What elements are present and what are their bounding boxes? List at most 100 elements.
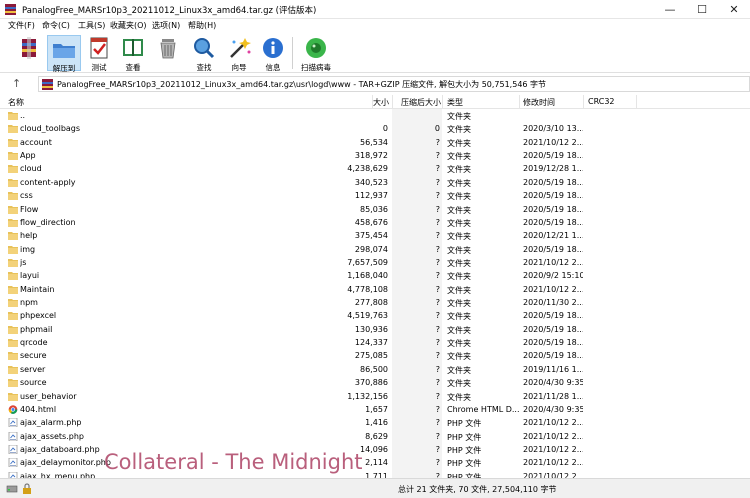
column-divider[interactable] bbox=[442, 95, 443, 108]
add-button[interactable] bbox=[12, 35, 46, 71]
wizard-button[interactable]: 向导 bbox=[222, 35, 256, 72]
folder-icon bbox=[8, 245, 18, 254]
virus-scan-button[interactable]: 扫描病毒 bbox=[298, 35, 334, 72]
column-divider[interactable] bbox=[392, 95, 393, 108]
table-row[interactable]: cloud_toolbags 0 0 文件夹 2020/3/10 13... bbox=[0, 122, 750, 135]
file-packed-size: ? bbox=[435, 151, 440, 161]
file-size: 7,657,509 bbox=[347, 257, 388, 267]
file-modified: 2020/5/19 18... bbox=[523, 338, 583, 348]
table-row[interactable]: layui 1,168,040? 文件夹 2020/9/2 15:10 bbox=[0, 269, 750, 282]
status-summary: 总计 21 文件夹, 70 文件, 27,504,110 字节 bbox=[398, 485, 557, 494]
close-button[interactable]: ✕ bbox=[718, 0, 750, 19]
folder-icon bbox=[8, 205, 18, 214]
path-text: PanalogFree_MARSr10p3_20211012_Linux3x_a… bbox=[57, 80, 547, 89]
find-icon bbox=[194, 38, 215, 59]
file-packed-size: ? bbox=[435, 364, 440, 374]
drive-icon[interactable] bbox=[6, 483, 18, 494]
extract-to-button[interactable]: 解压到 bbox=[47, 35, 81, 73]
table-row[interactable]: content-apply 340,523? 文件夹 2020/5/19 18... bbox=[0, 176, 750, 189]
file-packed-size: ? bbox=[435, 284, 440, 294]
path-field[interactable]: PanalogFree_MARSr10p3_20211012_Linux3x_a… bbox=[38, 76, 750, 92]
table-row[interactable]: js 7,657,509? 文件夹 2021/10/12 2... bbox=[0, 256, 750, 269]
file-modified: 2020/5/19 18... bbox=[523, 244, 583, 254]
delete-button[interactable] bbox=[151, 35, 185, 71]
table-row[interactable]: img 298,074? 文件夹 2020/5/19 18... bbox=[0, 243, 750, 256]
file-packed-size: ? bbox=[435, 391, 440, 401]
table-row[interactable]: help 375,454? 文件夹 2020/12/21 1... bbox=[0, 229, 750, 242]
column-divider[interactable] bbox=[519, 95, 520, 108]
file-packed-size: ? bbox=[435, 431, 440, 441]
minimize-button[interactable]: — bbox=[654, 0, 686, 19]
file-modified: 2020/3/10 13... bbox=[523, 124, 583, 134]
file-packed-size: ? bbox=[435, 164, 440, 174]
menu-commands[interactable]: 命令(C) bbox=[42, 20, 70, 31]
file-modified: 2019/12/28 1... bbox=[523, 164, 583, 174]
folder-icon bbox=[8, 258, 18, 267]
table-row[interactable]: flow_direction 458,676? 文件夹 2020/5/19 18... bbox=[0, 216, 750, 229]
table-row[interactable]: Maintain 4,778,108? 文件夹 2021/10/12 2... bbox=[0, 283, 750, 296]
folder-icon bbox=[8, 125, 18, 134]
file-type: 文件夹 bbox=[447, 325, 471, 335]
file-list[interactable]: .. 文件夹 cloud_toolbags 0 0 文件夹 2020/3/10 13... a… bbox=[0, 109, 750, 478]
maximize-button[interactable]: ☐ bbox=[686, 0, 718, 19]
table-row[interactable]: ajax_alarm.php 1,416? PHP 文件 2021/10/12 2..… bbox=[0, 416, 750, 429]
lock-icon[interactable] bbox=[21, 483, 33, 494]
table-row[interactable]: 404.html 1,657? Chrome HTML D... 2020/4/30 … bbox=[0, 403, 750, 416]
file-size: 112,937 bbox=[354, 191, 388, 201]
table-row[interactable]: npm 277,808? 文件夹 2020/11/30 2... bbox=[0, 296, 750, 309]
table-row[interactable]: ajax_assets.php 8,629? PHP 文件 2021/10/12 2.… bbox=[0, 430, 750, 443]
view-button[interactable]: 查看 bbox=[116, 35, 150, 72]
column-size[interactable]: 大小 bbox=[373, 97, 389, 108]
file-type: 文件夹 bbox=[447, 312, 471, 322]
file-type: 文件夹 bbox=[447, 299, 471, 309]
column-name[interactable]: 名称 bbox=[8, 97, 24, 108]
menu-tools[interactable]: 工具(S) bbox=[78, 20, 105, 31]
table-row[interactable]: phpexcel 4,519,763? 文件夹 2020/5/19 18... bbox=[0, 309, 750, 322]
table-row[interactable]: user_behavior 1,132,156? 文件夹 2021/11/28 1..… bbox=[0, 390, 750, 403]
table-row[interactable]: App 318,972? 文件夹 2020/5/19 18... bbox=[0, 149, 750, 162]
file-modified: 2020/12/21 1... bbox=[523, 231, 583, 241]
column-crc[interactable]: CRC32 bbox=[588, 97, 615, 106]
column-modified[interactable]: 修改时间 bbox=[523, 97, 555, 108]
column-divider[interactable] bbox=[636, 95, 637, 108]
table-row[interactable]: Flow 85,036? 文件夹 2020/5/19 18... bbox=[0, 203, 750, 216]
file-packed-size: ? bbox=[435, 311, 440, 321]
menu-bar: 文件(F) 命令(C) 工具(S) 收藏夹(O) 选项(N) 帮助(H) bbox=[0, 19, 750, 33]
extract-to-label: 解压到 bbox=[52, 64, 76, 73]
table-row[interactable]: source 370,886? 文件夹 2020/4/30 9:35 bbox=[0, 376, 750, 389]
table-row[interactable]: cloud 4,238,629? 文件夹 2019/12/28 1... bbox=[0, 162, 750, 175]
table-row[interactable]: account 56,534? 文件夹 2021/10/12 2... bbox=[0, 136, 750, 149]
table-row[interactable]: secure 275,085? 文件夹 2020/5/19 18... bbox=[0, 349, 750, 362]
file-name: .. bbox=[20, 111, 26, 120]
up-folder-icon[interactable]: ↑ bbox=[12, 77, 21, 90]
file-packed-size: ? bbox=[435, 351, 440, 361]
file-size: 370,886 bbox=[354, 378, 388, 388]
test-button[interactable]: 测试 bbox=[82, 35, 116, 72]
file-packed-size: ? bbox=[435, 324, 440, 334]
file-modified: 2020/5/19 18... bbox=[523, 191, 583, 201]
column-divider[interactable] bbox=[583, 95, 584, 108]
table-row[interactable]: qrcode 124,337? 文件夹 2020/5/19 18... bbox=[0, 336, 750, 349]
column-type[interactable]: 类型 bbox=[447, 97, 463, 108]
toolbar: 解压到 测试 查看 查找 向导 信息 扫描病毒 bbox=[0, 33, 750, 73]
table-row[interactable]: server 86,500? 文件夹 2019/11/16 1... bbox=[0, 363, 750, 376]
file-size: 1,657 bbox=[365, 404, 388, 414]
file-type: 文件夹 bbox=[447, 138, 471, 148]
file-modified: 2021/10/12 2... bbox=[523, 257, 583, 267]
file-size: 275,085 bbox=[354, 351, 388, 361]
table-row[interactable]: phpmail 130,936? 文件夹 2020/5/19 18... bbox=[0, 323, 750, 336]
column-packed[interactable]: 压缩后大小 bbox=[401, 97, 441, 108]
menu-favorites[interactable]: 收藏夹(O) bbox=[110, 20, 147, 31]
info-button[interactable]: 信息 bbox=[256, 35, 290, 72]
table-row[interactable]: .. 文件夹 bbox=[0, 109, 750, 122]
table-row[interactable]: css 112,937? 文件夹 2020/5/19 18... bbox=[0, 189, 750, 202]
menu-help[interactable]: 帮助(H) bbox=[188, 20, 216, 31]
menu-options[interactable]: 选项(N) bbox=[152, 20, 180, 31]
menu-file[interactable]: 文件(F) bbox=[8, 20, 35, 31]
file-size: 318,972 bbox=[354, 151, 388, 161]
virus-scan-label: 扫描病毒 bbox=[301, 63, 331, 72]
file-type: PHP 文件 bbox=[447, 432, 482, 442]
find-button[interactable]: 查找 bbox=[187, 35, 221, 72]
status-bar: 总计 21 文件夹, 70 文件, 27,504,110 字节 bbox=[0, 478, 750, 498]
file-type: PHP 文件 bbox=[447, 459, 482, 469]
